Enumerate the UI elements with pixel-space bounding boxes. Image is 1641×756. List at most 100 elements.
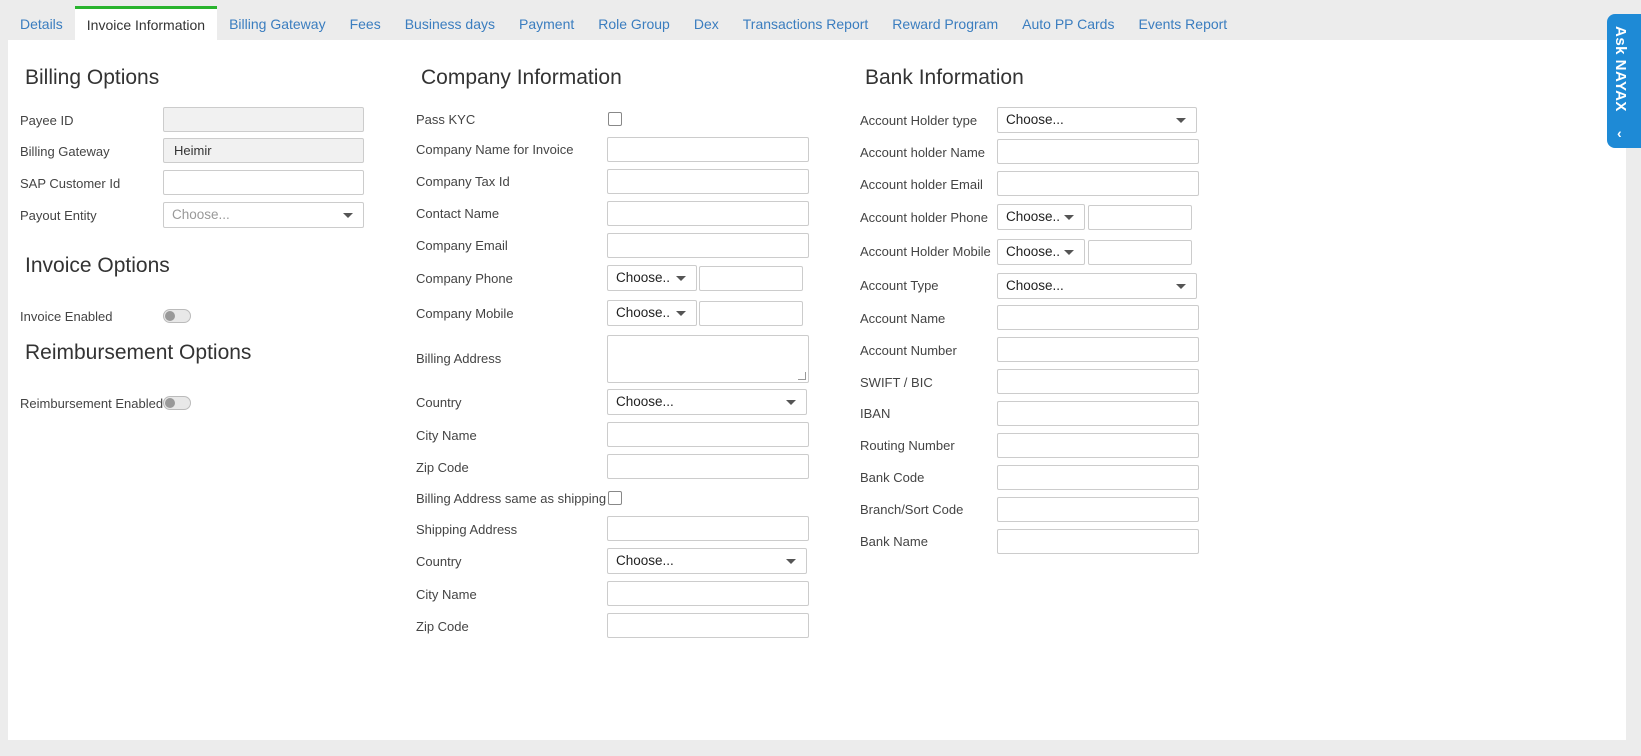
billing-same-as-shipping-checkbox[interactable] [608, 491, 622, 505]
company-phone-code-select[interactable]: Choose.. [607, 265, 697, 291]
account-type-value: Choose... [1006, 278, 1064, 293]
contact-name-field[interactable] [607, 201, 809, 226]
chevron-left-icon: ‹ [1617, 125, 1622, 141]
branch-sort-code-label: Branch/Sort Code [860, 502, 964, 517]
shipping-country-value: Choose... [616, 553, 674, 568]
account-holder-phone-code-select[interactable]: Choose.. [997, 204, 1085, 230]
tab-events-report[interactable]: Events Report [1126, 6, 1239, 40]
contact-name-label: Contact Name [416, 206, 500, 221]
ask-nayax-tab[interactable]: Ask NAYAX ‹ [1607, 14, 1641, 148]
tab-billing-gateway[interactable]: Billing Gateway [217, 6, 338, 40]
iban-field[interactable] [997, 401, 1199, 426]
account-holder-type-select[interactable]: Choose... [997, 107, 1197, 133]
account-name-field[interactable] [997, 305, 1199, 330]
tab-auto-pp-cards[interactable]: Auto PP Cards [1010, 6, 1126, 40]
swift-bic-label: SWIFT / BIC [860, 375, 933, 390]
country-value: Choose... [616, 394, 674, 409]
billing-options-title: Billing Options [25, 66, 160, 89]
account-holder-email-field[interactable] [997, 171, 1199, 196]
shipping-address-field[interactable] [607, 516, 809, 541]
billing-same-as-shipping-label: Billing Address same as shipping [416, 491, 607, 506]
chevron-down-icon [1064, 250, 1074, 255]
account-holder-name-label: Account holder Name [860, 145, 986, 160]
routing-number-field[interactable] [997, 433, 1199, 458]
account-holder-type-label: Account Holder type [860, 113, 978, 128]
pass-kyc-label: Pass KYC [416, 112, 476, 127]
chevron-down-icon [786, 559, 796, 564]
country-label: Country [416, 395, 462, 410]
company-name-invoice-field[interactable] [607, 137, 809, 162]
tab-invoice-information[interactable]: Invoice Information [74, 6, 218, 40]
payout-entity-label: Payout Entity [20, 208, 97, 223]
company-tax-id-label: Company Tax Id [416, 174, 510, 189]
bank-name-label: Bank Name [860, 534, 928, 549]
reimbursement-enabled-toggle[interactable] [163, 396, 191, 410]
billing-address-field[interactable] [607, 335, 809, 383]
account-holder-mobile-label: Account Holder Mobile [860, 244, 991, 259]
routing-number-label: Routing Number [860, 438, 955, 453]
shipping-country-label: Country [416, 554, 462, 569]
chevron-down-icon [1176, 284, 1186, 289]
bank-information-title: Bank Information [865, 66, 1024, 89]
billing-gateway-field[interactable]: Heimir [163, 138, 364, 163]
tab-bar: Details Invoice Information Billing Gate… [8, 6, 1239, 40]
payout-entity-select[interactable]: Choose... [163, 202, 364, 228]
branch-sort-code-field[interactable] [997, 497, 1199, 522]
payee-id-field[interactable] [163, 107, 364, 132]
toggle-knob [165, 311, 175, 321]
invoice-options-title: Invoice Options [25, 254, 170, 277]
shipping-country-select[interactable]: Choose... [607, 548, 807, 574]
shipping-address-label: Shipping Address [416, 522, 518, 537]
resize-grip-icon[interactable] [798, 372, 806, 380]
account-holder-phone-code-value: Choose.. [1006, 209, 1061, 224]
account-holder-name-field[interactable] [997, 139, 1199, 164]
account-holder-mobile-field[interactable] [1088, 240, 1192, 265]
city-name-label: City Name [416, 428, 477, 443]
account-holder-mobile-code-value: Choose.. [1006, 244, 1061, 259]
account-holder-email-label: Account holder Email [860, 177, 983, 192]
company-phone-field[interactable] [699, 266, 803, 291]
tab-dex[interactable]: Dex [682, 6, 731, 40]
account-number-label: Account Number [860, 343, 957, 358]
reimbursement-options-title: Reimbursement Options [25, 341, 252, 364]
invoice-enabled-toggle[interactable] [163, 309, 191, 323]
company-mobile-label: Company Mobile [416, 306, 514, 321]
account-type-label: Account Type [860, 278, 939, 293]
chevron-down-icon [676, 276, 686, 281]
tab-details[interactable]: Details [8, 6, 75, 40]
tab-payment[interactable]: Payment [507, 6, 586, 40]
company-tax-id-field[interactable] [607, 169, 809, 194]
account-holder-phone-field[interactable] [1088, 205, 1192, 230]
bank-name-field[interactable] [997, 529, 1199, 554]
shipping-zip-code-label: Zip Code [416, 619, 469, 634]
tab-business-days[interactable]: Business days [393, 6, 507, 40]
account-holder-mobile-code-select[interactable]: Choose.. [997, 239, 1085, 265]
sap-customer-id-label: SAP Customer Id [20, 176, 121, 191]
country-select[interactable]: Choose... [607, 389, 807, 415]
bank-code-label: Bank Code [860, 470, 925, 485]
pass-kyc-checkbox[interactable] [608, 112, 622, 126]
payee-id-label: Payee ID [20, 113, 74, 128]
ask-nayax-label: Ask NAYAX [1612, 26, 1629, 112]
account-number-field[interactable] [997, 337, 1199, 362]
tab-transactions-report[interactable]: Transactions Report [731, 6, 881, 40]
invoice-enabled-label: Invoice Enabled [20, 309, 113, 324]
shipping-zip-code-field[interactable] [607, 613, 809, 638]
shipping-city-name-field[interactable] [607, 581, 809, 606]
company-phone-label: Company Phone [416, 271, 513, 286]
tab-reward-program[interactable]: Reward Program [880, 6, 1010, 40]
zip-code-field[interactable] [607, 454, 809, 479]
swift-bic-field[interactable] [997, 369, 1199, 394]
billing-gateway-label: Billing Gateway [20, 144, 110, 159]
company-email-field[interactable] [607, 233, 809, 258]
tab-fees[interactable]: Fees [338, 6, 393, 40]
company-mobile-code-value: Choose.. [616, 305, 671, 320]
company-name-invoice-label: Company Name for Invoice [416, 142, 574, 157]
bank-code-field[interactable] [997, 465, 1199, 490]
city-name-field[interactable] [607, 422, 809, 447]
tab-role-group[interactable]: Role Group [586, 6, 682, 40]
company-mobile-code-select[interactable]: Choose.. [607, 300, 697, 326]
account-type-select[interactable]: Choose... [997, 273, 1197, 299]
sap-customer-id-field[interactable] [163, 170, 364, 195]
company-mobile-field[interactable] [699, 301, 803, 326]
